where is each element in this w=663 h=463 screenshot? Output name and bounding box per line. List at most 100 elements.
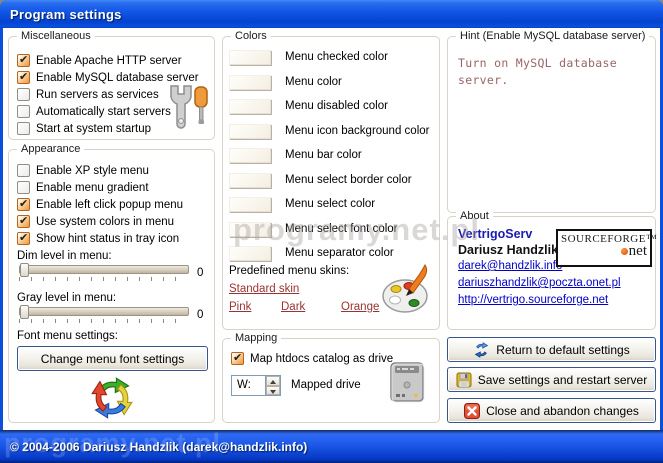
gray-level-slider[interactable] — [19, 307, 189, 323]
checkbox-system-colors[interactable]: Use system colors in menu — [17, 214, 174, 229]
group-title: Mapping — [231, 332, 281, 344]
color-label: Menu icon background color — [285, 125, 429, 137]
color-label: Menu select color — [285, 198, 375, 210]
checkbox-box[interactable] — [17, 198, 30, 211]
drive-icon — [389, 361, 425, 403]
skin-link-standard[interactable]: Standard skin — [229, 283, 299, 295]
checkbox-box[interactable] — [17, 54, 30, 67]
checkbox-box[interactable] — [17, 88, 30, 101]
slider-track[interactable] — [19, 265, 189, 274]
mapped-drive-spinner[interactable]: W: — [231, 375, 281, 396]
checkbox-box[interactable] — [17, 105, 30, 118]
color-swatch[interactable] — [229, 222, 271, 237]
checkbox-box[interactable] — [17, 122, 30, 135]
font-settings-label: Font menu settings: — [17, 330, 118, 342]
color-swatch[interactable] — [229, 99, 271, 114]
mapped-drive-value[interactable]: W: — [232, 376, 265, 395]
color-row-menu-disabled: Menu disabled color — [229, 98, 388, 114]
website-link[interactable]: http://vertrigo.sourceforge.net — [458, 294, 608, 306]
color-row-separator: Menu separator color — [229, 245, 394, 261]
group-colors: Colors Menu checked color Menu color Men… — [222, 36, 440, 330]
checkbox-label: Run servers as services — [36, 89, 159, 101]
color-label: Menu select border color — [285, 174, 412, 186]
color-swatch[interactable] — [229, 197, 271, 212]
color-row-select-border: Menu select border color — [229, 172, 412, 188]
slider-ticks — [19, 277, 187, 281]
copyright-text: © 2004-2006 Dariusz Handzlik (darek@hand… — [10, 440, 307, 454]
change-font-button[interactable]: Change menu font settings — [17, 346, 208, 371]
checkbox-box[interactable] — [17, 71, 30, 84]
checkbox-box[interactable] — [231, 352, 244, 365]
spin-down-icon[interactable] — [266, 386, 280, 396]
color-label: Menu color — [285, 76, 342, 88]
slider-thumb[interactable] — [20, 263, 29, 277]
skin-link-pink[interactable]: Pink — [229, 301, 251, 313]
checkbox-box[interactable] — [17, 164, 30, 177]
color-row-select-font: Menu select font color — [229, 221, 398, 237]
color-row-menu: Menu color — [229, 74, 342, 90]
spin-up-icon[interactable] — [266, 376, 280, 386]
mapped-drive-label: Mapped drive — [291, 379, 361, 391]
skin-link-orange[interactable]: Orange — [341, 301, 379, 313]
group-miscellaneous: Miscellaneous Enable Apache HTTP server … — [8, 36, 215, 140]
checkbox-box[interactable] — [17, 232, 30, 245]
checkbox-start-at-startup[interactable]: Start at system startup — [17, 121, 151, 136]
orange-dot-icon — [621, 248, 628, 255]
checkbox-label: Enable menu gradient — [36, 182, 149, 194]
titlebar: Program settings — [0, 0, 663, 28]
color-label: Menu bar color — [285, 149, 362, 161]
blue-refresh-icon — [473, 342, 490, 358]
close-abandon-button[interactable]: Close and abandon changes — [447, 398, 656, 423]
skins-label: Predefined menu skins: — [229, 265, 349, 277]
slider-thumb[interactable] — [20, 305, 29, 319]
checkbox-label: Map htdocs catalog as drive — [250, 353, 393, 365]
color-row-select: Menu select color — [229, 196, 375, 212]
color-swatch[interactable] — [229, 75, 271, 90]
color-swatch[interactable] — [229, 148, 271, 163]
email-link-1[interactable]: darek@handzlik.info — [458, 260, 562, 272]
checkbox-label: Use system colors in menu — [36, 216, 174, 228]
checkbox-label: Enable Apache HTTP server — [36, 55, 182, 67]
return-defaults-button[interactable]: Return to default settings — [447, 337, 656, 362]
slider-ticks — [19, 319, 187, 323]
group-hint: Hint (Enable MySQL database server) Turn… — [447, 36, 656, 213]
color-label: Menu checked color — [285, 51, 388, 63]
checkbox-left-click-popup[interactable]: Enable left click popup menu — [17, 197, 183, 212]
slider-track[interactable] — [19, 307, 189, 316]
group-about: About VertrigoServ Dariusz Handzlik dare… — [447, 216, 656, 330]
group-title: About — [456, 210, 493, 222]
checkbox-enable-apache[interactable]: Enable Apache HTTP server — [17, 53, 182, 68]
button-label: Return to default settings — [496, 343, 629, 357]
checkbox-label: Enable left click popup menu — [36, 199, 183, 211]
color-swatch[interactable] — [229, 173, 271, 188]
author-name: Dariusz Handzlik — [458, 243, 558, 257]
save-restart-button[interactable]: Save settings and restart server — [447, 367, 656, 392]
color-row-menu-bar: Menu bar color — [229, 147, 362, 163]
checkbox-run-as-services[interactable]: Run servers as services — [17, 87, 159, 102]
email-link-2[interactable]: dariuszhandzlik@poczta.onet.pl — [458, 277, 621, 289]
app-name: VertrigoServ — [458, 227, 532, 241]
checkbox-auto-start[interactable]: Automatically start servers — [17, 104, 171, 119]
checkbox-xp-style-menu[interactable]: Enable XP style menu — [17, 163, 149, 178]
checkbox-box[interactable] — [17, 181, 30, 194]
color-swatch[interactable] — [229, 246, 271, 261]
checkbox-hint-in-tray[interactable]: Show hint status in tray icon — [17, 231, 179, 246]
checkbox-label: Enable XP style menu — [36, 165, 149, 177]
skin-link-dark[interactable]: Dark — [281, 301, 305, 313]
sourceforge-logo: SOURCEFORGE™ net — [556, 229, 652, 267]
color-swatch[interactable] — [229, 50, 271, 65]
color-swatch[interactable] — [229, 124, 271, 139]
group-title: Hint (Enable MySQL database server) — [456, 30, 649, 42]
group-title: Appearance — [17, 143, 84, 155]
checkbox-box[interactable] — [17, 215, 30, 228]
checkbox-label: Start at system startup — [36, 123, 151, 135]
dim-level-label: Dim level in menu: — [17, 250, 112, 262]
color-row-icon-background: Menu icon background color — [229, 123, 429, 139]
checkbox-map-htdocs[interactable]: Map htdocs catalog as drive — [231, 351, 393, 366]
button-label: Close and abandon changes — [486, 404, 639, 418]
dim-level-value: 0 — [197, 267, 203, 279]
dim-level-slider[interactable] — [19, 265, 189, 281]
gray-level-label: Gray level in menu: — [17, 292, 116, 304]
group-appearance: Appearance Enable XP style menu Enable m… — [8, 149, 215, 423]
checkbox-menu-gradient[interactable]: Enable menu gradient — [17, 180, 149, 195]
